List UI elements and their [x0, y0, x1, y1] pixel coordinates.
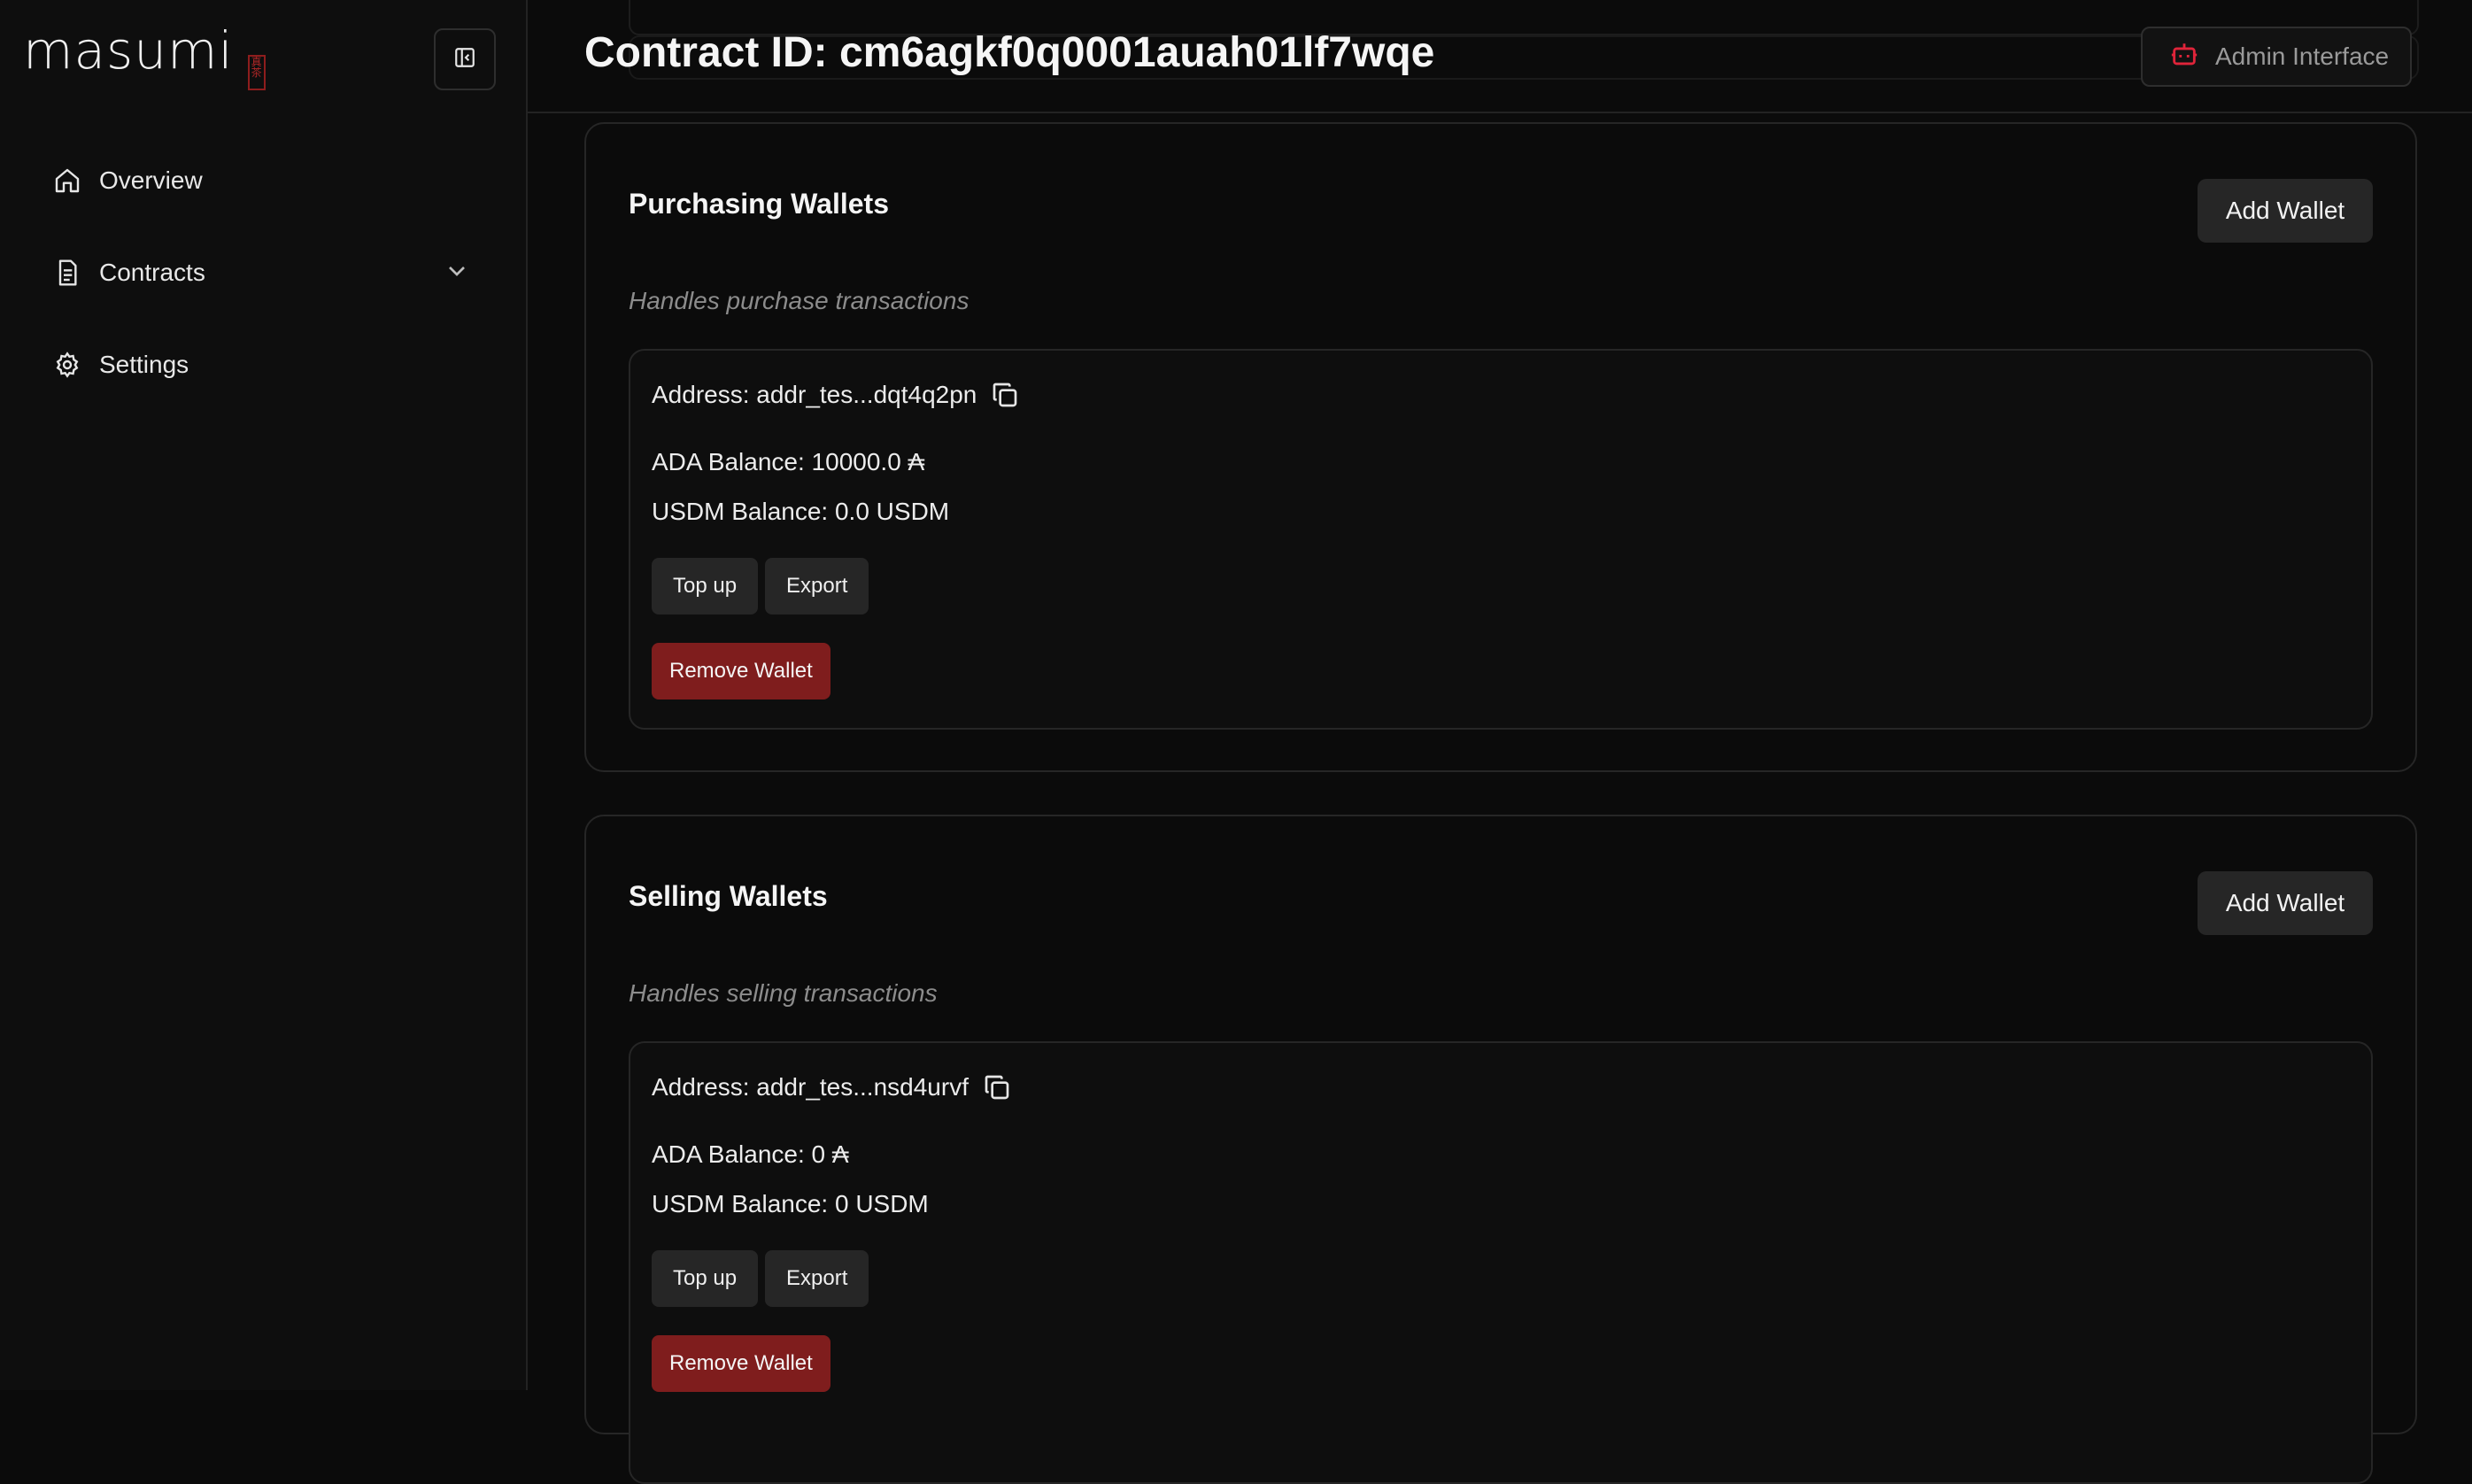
gear-icon	[51, 349, 83, 381]
sidebar-toggle-icon	[453, 46, 476, 73]
bot-icon	[2169, 40, 2199, 74]
ada-balance: ADA Balance: 0 ₳	[652, 1140, 849, 1168]
admin-interface-button[interactable]: Admin Interface	[2141, 27, 2412, 87]
remove-wallet-button[interactable]: Remove Wallet	[652, 1335, 830, 1392]
card-title: Selling Wallets	[629, 880, 828, 912]
page-title: Contract ID: cm6agkf0q0001auah01lf7wqe	[584, 29, 1435, 76]
admin-interface-label: Admin Interface	[2215, 43, 2390, 70]
usdm-balance: USDM Balance: 0.0 USDM	[652, 498, 950, 525]
wallet-item: Address: addr_tes...dqt4q2pn ADA Balance…	[629, 349, 2373, 730]
sidebar-item-contracts[interactable]: Contracts	[51, 248, 471, 298]
copy-icon[interactable]	[991, 381, 1019, 409]
wallet-address-text: Address: addr_tes...nsd4urvf	[652, 1073, 969, 1101]
card-description: Handles purchase transactions	[629, 287, 969, 314]
wallet-address-text: Address: addr_tes...dqt4q2pn	[652, 381, 977, 408]
sidebar-item-overview[interactable]: Overview	[51, 156, 471, 205]
top-up-button[interactable]: Top up	[652, 1250, 759, 1307]
wallet-address: Address: addr_tes...nsd4urvf	[652, 1073, 1011, 1101]
remove-wallet-button[interactable]: Remove Wallet	[652, 643, 830, 699]
sidebar: masumi 真茶 Overview Contracts Settings	[0, 0, 528, 1390]
chevron-down-icon[interactable]	[443, 257, 471, 290]
home-icon	[51, 165, 83, 197]
add-wallet-button[interactable]: Add Wallet	[2198, 871, 2373, 935]
header: Contract ID: cm6agkf0q0001auah01lf7wqe A…	[528, 0, 2472, 113]
export-button[interactable]: Export	[765, 558, 869, 614]
add-wallet-button[interactable]: Add Wallet	[2198, 179, 2373, 243]
wallet-item: Address: addr_tes...nsd4urvf ADA Balance…	[629, 1041, 2373, 1484]
sidebar-item-label: Contracts	[99, 259, 205, 286]
sidebar-item-label: Settings	[99, 351, 189, 378]
copy-icon[interactable]	[983, 1073, 1011, 1101]
sidebar-item-settings[interactable]: Settings	[51, 340, 471, 390]
usdm-balance: USDM Balance: 0 USDM	[652, 1190, 929, 1217]
card-description: Handles selling transactions	[629, 979, 938, 1007]
selling-wallets-card: Selling Wallets Add Wallet Handles selli…	[584, 815, 2417, 1484]
top-up-button[interactable]: Top up	[652, 558, 759, 614]
wallet-address: Address: addr_tes...dqt4q2pn	[652, 381, 1019, 409]
purchasing-wallets-card: Purchasing Wallets Add Wallet Handles pu…	[584, 122, 2417, 772]
logo: masumi 真茶	[23, 25, 266, 90]
card-title: Purchasing Wallets	[629, 188, 889, 220]
sidebar-item-label: Overview	[99, 166, 203, 194]
export-button[interactable]: Export	[765, 1250, 869, 1307]
logo-text: masumi	[23, 20, 234, 81]
sidebar-toggle-button[interactable]	[434, 28, 496, 90]
document-icon	[51, 257, 83, 289]
logo-seal: 真茶	[247, 55, 266, 90]
ada-balance: ADA Balance: 10000.0 ₳	[652, 448, 925, 475]
